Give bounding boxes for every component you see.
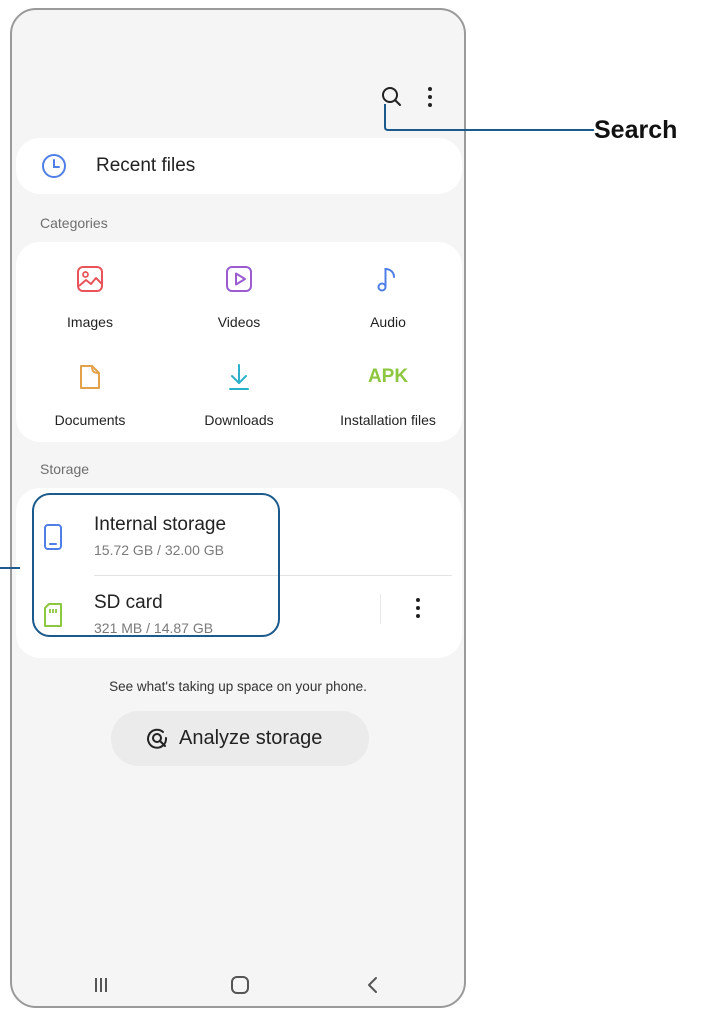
search-callout-label: Search [594,116,678,144]
search-callout-leader [384,104,594,131]
